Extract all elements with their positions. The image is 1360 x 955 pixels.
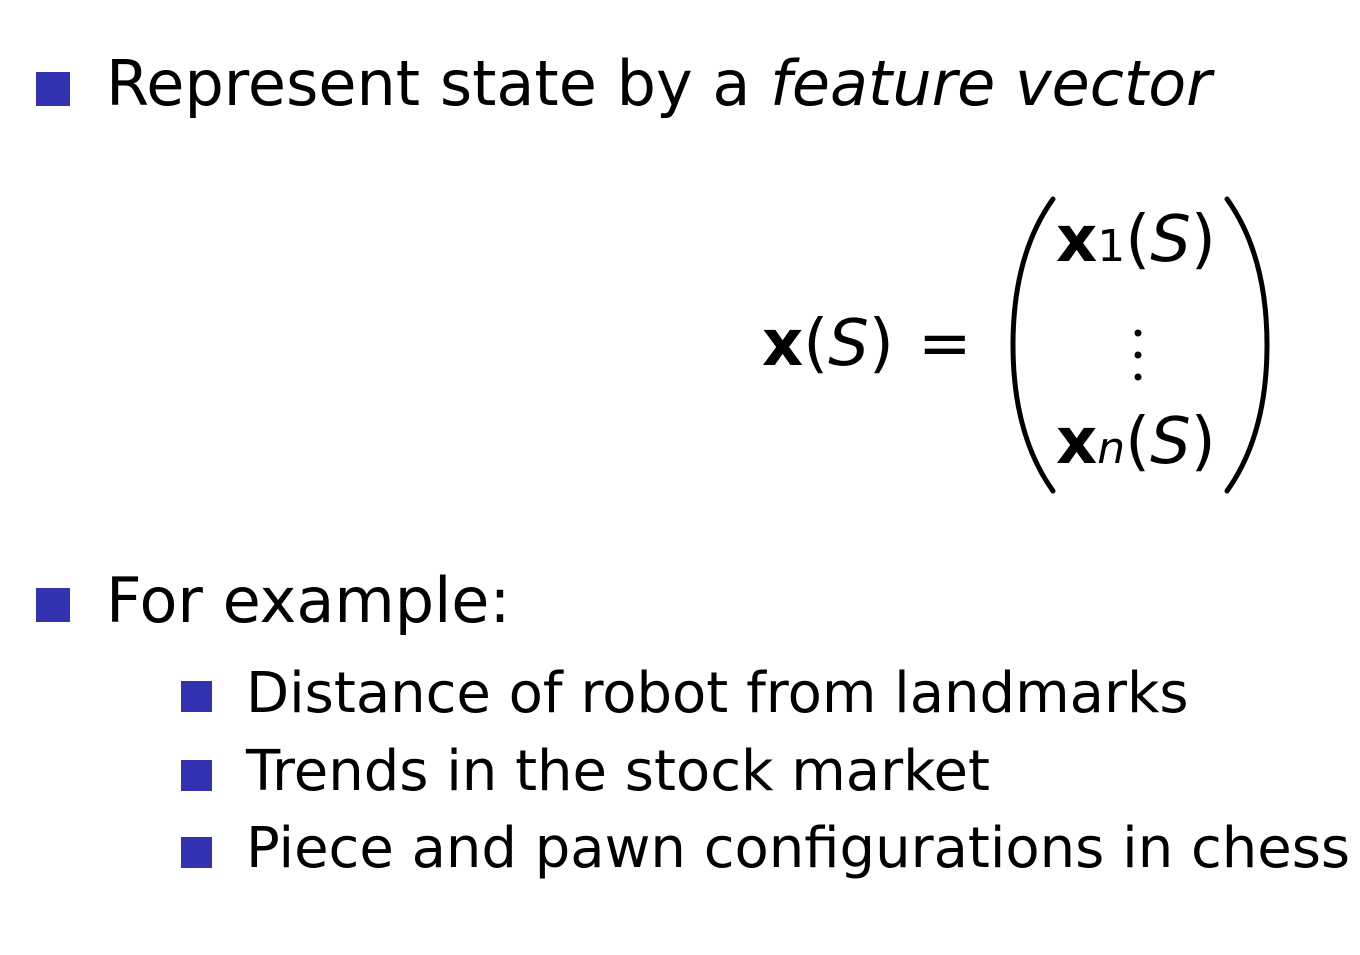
vector-entry-last: xn(S) [1056,410,1216,474]
bullet-text-emphasis: feature vector [770,47,1212,120]
lhs-vector-symbol: x [762,307,804,381]
lhs-close-paren: ) [868,307,894,381]
entry-last-argument: S [1150,405,1191,479]
bullet-text-represent-state: Represent state by a feature vector [106,46,1212,122]
entry-last-index: n [1097,423,1126,474]
sub-bullet-square-2 [181,760,212,791]
sub-bullet-square-3 [181,837,212,868]
sub-bullet-text-2: Trends in the stock market [246,739,990,804]
bullet-square-2 [36,588,70,622]
entry-first-close-paren: ) [1190,203,1216,277]
bullet-text-for-example: For example: [106,564,511,637]
entry-last-close-paren: ) [1190,405,1216,479]
matrix-right-paren [1224,196,1270,494]
entry-last-open-paren: ( [1125,405,1151,479]
entry-first-open-paren: ( [1125,203,1151,277]
lhs-argument: S [828,307,869,381]
vector-entry-first: x1(S) [1056,208,1216,272]
entry-first-symbol: x [1056,203,1098,277]
vertical-ellipsis [1134,329,1142,381]
lhs-open-paren: ( [803,307,829,381]
sub-bullet-text-1: Distance of robot from landmarks [246,661,1189,726]
equals-sign: = [918,307,972,381]
sub-bullet-square-1 [181,681,212,712]
bullet-text-plain: Represent state by a [106,47,771,120]
entry-first-argument: S [1150,203,1191,277]
bullet-square-1 [36,72,70,106]
sub-bullet-text-3: Piece and pawn configurations in chess [246,816,1351,881]
equation-lhs: x(S) [762,312,894,376]
entry-last-symbol: x [1056,405,1098,479]
entry-first-index: 1 [1097,221,1126,272]
